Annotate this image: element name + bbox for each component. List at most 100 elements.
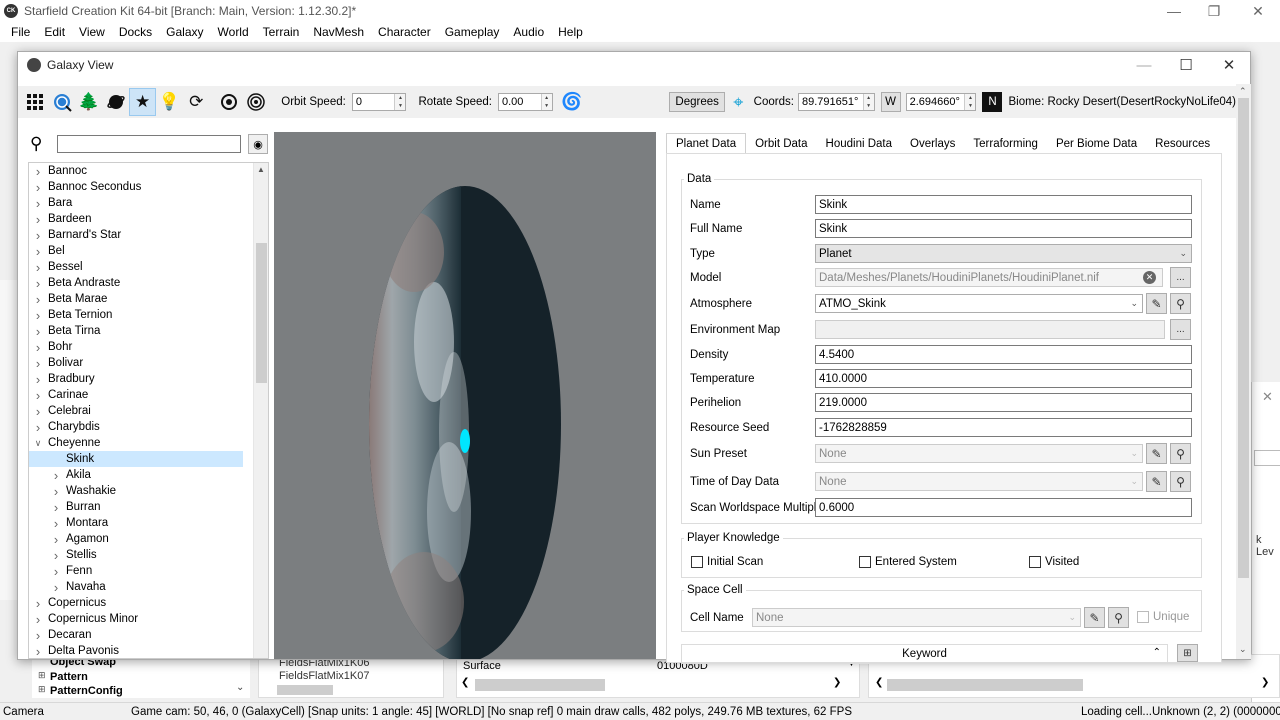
globe-search-icon[interactable] xyxy=(49,88,76,116)
planet-viewport[interactable] xyxy=(274,132,656,659)
scroll-left-icon[interactable]: ❮ xyxy=(875,677,883,688)
menu-character[interactable]: Character xyxy=(371,25,438,39)
search-input[interactable] xyxy=(57,135,241,153)
entered-system-checkbox[interactable] xyxy=(859,556,871,568)
environment-map-browse-button[interactable]: ... xyxy=(1170,319,1191,340)
planet-icon[interactable] xyxy=(102,88,129,116)
scroll-right-icon[interactable]: ❯ xyxy=(833,677,841,688)
scrollbar-thumb[interactable] xyxy=(1238,98,1249,578)
model-field[interactable]: Data/Meshes/Planets/HoudiniPlanets/Houdi… xyxy=(815,268,1163,287)
chevron-right-icon[interactable]: › xyxy=(31,356,45,371)
tab-per-biome-data[interactable]: Per Biome Data xyxy=(1047,133,1146,154)
window-scrollbar[interactable]: ⌃ ⌄ xyxy=(1236,84,1251,659)
tree-item[interactable]: › Bradbury xyxy=(29,371,268,387)
close-icon[interactable]: ✕ xyxy=(1236,0,1280,22)
chevron-right-icon[interactable]: › xyxy=(31,244,45,259)
list-item[interactable]: Surface xyxy=(463,660,501,672)
clear-icon[interactable]: ✕ xyxy=(1143,271,1156,284)
pencil-icon[interactable]: ✎ xyxy=(1146,443,1167,464)
w-button[interactable]: W xyxy=(880,92,901,112)
chevron-right-icon[interactable]: › xyxy=(31,196,45,211)
name-field[interactable]: Skink xyxy=(815,195,1192,214)
pencil-icon[interactable]: ✎ xyxy=(1084,607,1105,628)
tree-item[interactable]: › Bessel xyxy=(29,259,268,275)
scroll-up-icon[interactable]: ⌃ xyxy=(1239,86,1247,97)
tree-item[interactable]: › Carinae xyxy=(29,387,268,403)
minimize-icon[interactable]: — xyxy=(1152,0,1196,22)
initial-scan-checkbox[interactable] xyxy=(691,556,703,568)
chevron-right-icon[interactable]: › xyxy=(31,276,45,291)
chevron-down-icon[interactable]: ⌄ xyxy=(236,682,244,693)
chevron-right-icon[interactable]: › xyxy=(31,612,45,627)
target-icon[interactable] xyxy=(242,88,269,116)
time-of-day-select[interactable]: None ⌄ xyxy=(815,472,1143,491)
tree-item[interactable]: › Beta Ternion xyxy=(29,307,268,323)
scrollbar-thumb[interactable] xyxy=(256,243,267,383)
menu-view[interactable]: View xyxy=(72,25,112,39)
add-keyword-icon[interactable]: ⊞ xyxy=(1177,644,1198,662)
chevron-right-icon[interactable]: › xyxy=(31,644,45,659)
menu-galaxy[interactable]: Galaxy xyxy=(159,25,210,39)
tree-item[interactable]: › Delta Pavonis xyxy=(29,643,268,659)
scroll-left-icon[interactable]: ❮ xyxy=(461,677,469,688)
tree-item[interactable]: › Burran xyxy=(29,499,268,515)
chevron-right-icon[interactable]: › xyxy=(31,404,45,419)
tree-item[interactable]: Skink xyxy=(29,451,243,467)
location-pin-icon[interactable]: ◉ xyxy=(248,134,268,154)
chevron-right-icon[interactable]: › xyxy=(31,228,45,243)
unique-checkbox[interactable] xyxy=(1137,611,1149,623)
full-name-field[interactable]: Skink xyxy=(815,219,1192,238)
chevron-right-icon[interactable]: › xyxy=(49,532,63,547)
tree-item[interactable]: › Bel xyxy=(29,243,268,259)
cell-name-select[interactable]: None ⌄ xyxy=(752,608,1081,627)
menu-terrain[interactable]: Terrain xyxy=(256,25,307,39)
menu-file[interactable]: File xyxy=(4,25,37,39)
menu-audio[interactable]: Audio xyxy=(506,25,551,39)
scrollbar-thumb[interactable] xyxy=(475,679,605,691)
model-browse-button[interactable]: ... xyxy=(1170,267,1191,288)
tree-item[interactable]: › Celebrai xyxy=(29,403,268,419)
tree-icon[interactable]: 🌲 xyxy=(76,88,103,116)
spinner-arrows-icon[interactable]: ▲ ▼ xyxy=(964,94,976,110)
menu-docks[interactable]: Docks xyxy=(112,25,159,39)
chevron-right-icon[interactable]: › xyxy=(31,164,45,179)
scroll-up-icon[interactable]: ▲ xyxy=(257,165,265,174)
rotate-speed-spinner[interactable]: 0.00 ▲ ▼ xyxy=(497,93,553,111)
scrollbar-thumb[interactable] xyxy=(887,679,1083,691)
chevron-right-icon[interactable]: › xyxy=(49,468,63,483)
tree-item[interactable]: › Charybdis xyxy=(29,419,268,435)
restore-icon[interactable]: ❐ xyxy=(1192,0,1236,22)
tree-item[interactable]: › Washakie xyxy=(29,483,268,499)
perihelion-field[interactable]: 219.0000 xyxy=(815,393,1192,412)
chevron-right-icon[interactable]: › xyxy=(49,500,63,515)
tree-item[interactable]: › Montara xyxy=(29,515,268,531)
tree-item[interactable]: › Akila xyxy=(29,467,268,483)
tree-item[interactable]: › Bara xyxy=(29,195,268,211)
chevron-right-icon[interactable]: › xyxy=(49,564,63,579)
visited-checkbox[interactable] xyxy=(1029,556,1041,568)
tree-item[interactable]: › Decaran xyxy=(29,627,268,643)
houdini-icon[interactable]: 🌀 xyxy=(559,88,586,116)
chevron-down-icon[interactable]: ∨ xyxy=(31,438,45,449)
tree-item[interactable]: › Navaha xyxy=(29,579,268,595)
chevron-right-icon[interactable]: › xyxy=(49,580,63,595)
tree-item[interactable]: › Bannoc xyxy=(29,163,268,179)
chevron-right-icon[interactable]: › xyxy=(49,548,63,563)
tab-overlays[interactable]: Overlays xyxy=(901,133,964,154)
chevron-right-icon[interactable]: › xyxy=(31,324,45,339)
expand-icon[interactable]: ⊞ xyxy=(38,670,46,681)
chevron-right-icon[interactable]: › xyxy=(31,292,45,307)
menu-gameplay[interactable]: Gameplay xyxy=(438,25,507,39)
search-icon[interactable]: ⚲ xyxy=(1170,293,1191,314)
degrees-button[interactable]: Degrees xyxy=(669,92,725,112)
pencil-icon[interactable]: ✎ xyxy=(1146,293,1167,314)
tree-item[interactable]: › Fenn xyxy=(29,563,268,579)
tree-item[interactable]: › Bolivar xyxy=(29,355,268,371)
tree-item[interactable]: › Bannoc Secondus xyxy=(29,179,268,195)
eye-rotate-icon[interactable] xyxy=(216,88,243,116)
menu-world[interactable]: World xyxy=(211,25,256,39)
tree-item[interactable]: › Stellis xyxy=(29,547,268,563)
tree-scrollbar[interactable]: ▲ xyxy=(253,163,268,658)
orbit-speed-spinner[interactable]: 0 ▲ ▼ xyxy=(351,93,407,111)
bulb-icon[interactable]: 💡 xyxy=(156,88,183,116)
